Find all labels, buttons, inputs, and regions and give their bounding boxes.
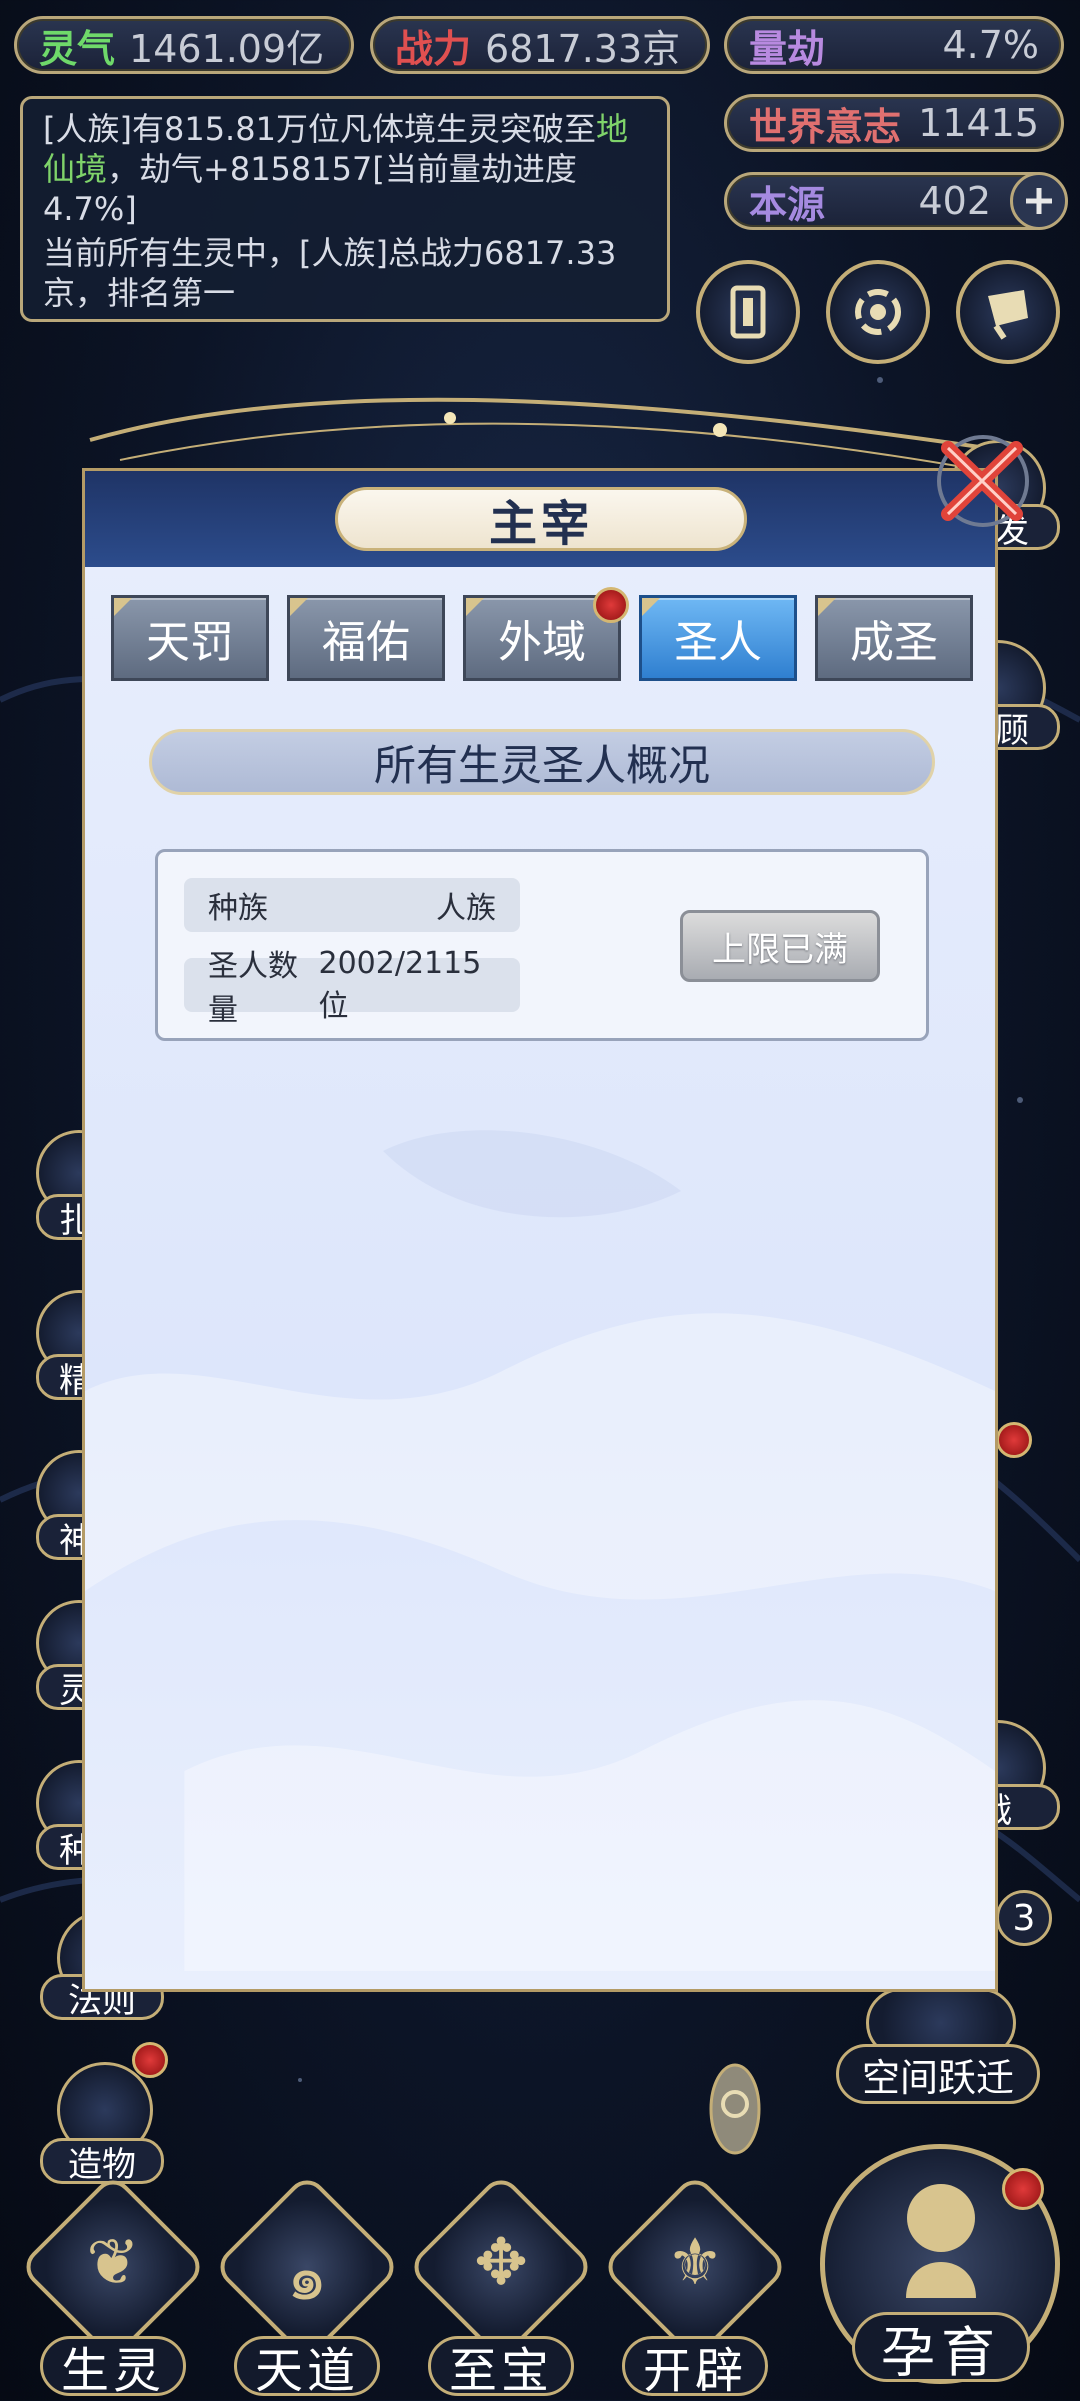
nav-kaipi[interactable]: ⚜ 开辟 (600, 2172, 790, 2400)
nav-tiandao[interactable]: ๑ 天道 (212, 2172, 402, 2400)
lingqi-label: 灵气 (39, 26, 116, 71)
flag-icon (988, 290, 1028, 340)
sage-count-value: 2002/2115位 (318, 945, 482, 1024)
liangjie-value: 4.7% (942, 23, 1039, 67)
dialog-title: 主宰 (335, 487, 747, 552)
tab-shengren[interactable]: 圣人 (639, 595, 797, 681)
tab-fuyou[interactable]: 福佑 (287, 595, 445, 681)
space-jump-button[interactable]: 空间跃迁 (836, 1988, 1040, 2108)
tab-chengsheng[interactable]: 成圣 (815, 595, 973, 681)
zaowu-button[interactable]: 造物 (40, 2062, 164, 2185)
section-title: 所有生灵圣人概况 (149, 729, 935, 795)
zhanli-value: 6817.33京 (485, 26, 681, 71)
vortex-icon (855, 289, 901, 335)
benyuan-add-button[interactable] (1010, 172, 1068, 230)
treasure-icon: ✥ (474, 2226, 528, 2300)
race-sage-card: 种族 人族 圣人数量 2002/2115位 上限已满 (155, 849, 929, 1041)
nav-tiandao-label: 天道 (234, 2336, 380, 2399)
event-message-line2: 当前所有生灵中，[人族]总战力6817.33京，排名第一 (43, 234, 617, 312)
benyuan-label: 本源 (749, 182, 826, 227)
tab-chengsheng-label: 成圣 (850, 617, 938, 668)
resource-lingqi: 灵气 1461.09亿 (14, 16, 354, 74)
nav-yunyu-label: 孕育 (852, 2312, 1030, 2384)
event-message-panel: [人族]有815.81万位凡体境生灵突破至地仙境，劫气+8158157[当前量劫… (20, 96, 670, 322)
nav-zhibao-label: 至宝 (428, 2336, 574, 2399)
race-field: 种族 人族 (184, 878, 520, 932)
notice-dot (1002, 2168, 1044, 2210)
msg-line1-suffix: ，劫气+8158157[当前量劫进度4.7%] (43, 150, 577, 228)
nav-zhibao[interactable]: ✥ 至宝 (406, 2172, 596, 2400)
close-button[interactable] (928, 426, 1038, 536)
nav-kaipi-label: 开辟 (622, 2336, 768, 2399)
phoenix-icon: ❦ (86, 2226, 140, 2300)
close-icon (937, 435, 1029, 527)
benyuan-value: 402 (918, 179, 991, 223)
figure-icon (906, 2184, 976, 2298)
msg-line1-prefix: [人族]有815.81万位凡体境生灵突破至 (43, 110, 596, 148)
sage-count-label: 圣人数量 (208, 949, 298, 1028)
count-badge: 3 (996, 1890, 1052, 1946)
resource-shijie-yizhi: 世界意志 11415 (724, 94, 1064, 152)
axe-icon: ⚜ (666, 2226, 724, 2300)
limit-full-button[interactable]: 上限已满 (680, 910, 880, 982)
zhanli-label: 战力 (395, 26, 472, 71)
resource-zhanli: 战力 6817.33京 (370, 16, 710, 74)
race-label: 种族 (208, 891, 268, 926)
notice-dot (996, 1422, 1032, 1458)
mist-decoration (85, 1130, 995, 1971)
tab-fuyou-label: 福佑 (322, 617, 410, 668)
plus-icon (1026, 188, 1052, 214)
shijie-value: 11415 (918, 101, 1039, 145)
vortex-button[interactable] (826, 260, 930, 364)
swirl-icon: ๑ (286, 2241, 328, 2315)
tab-waiyu-label: 外域 (498, 617, 586, 668)
notice-dot (132, 2042, 168, 2078)
zhuzai-dialog: 主宰 天罚 福佑 外域 圣人 成圣 所有生灵圣人概况 种族 人族 圣人数量 20… (82, 468, 998, 1992)
tab-tianfa-label: 天罚 (146, 617, 234, 668)
liangjie-label: 量劫 (749, 26, 826, 71)
nav-shengling[interactable]: ❦ 生灵 (18, 2172, 208, 2400)
nav-shengling-label: 生灵 (40, 2336, 186, 2399)
race-value: 人族 (436, 891, 496, 926)
space-jump-label: 空间跃迁 (836, 2044, 1040, 2104)
resource-liangjie: 量劫 4.7% (724, 16, 1064, 74)
shijie-label: 世界意志 (749, 104, 902, 149)
scroll-icon (730, 285, 766, 339)
spirit-figure-icon[interactable] (690, 2054, 780, 2164)
flag-button[interactable] (956, 260, 1060, 364)
lingqi-value: 1461.09亿 (129, 26, 325, 71)
event-message-line1: [人族]有815.81万位凡体境生灵突破至地仙境，劫气+8158157[当前量劫… (43, 109, 647, 229)
zaowu-label: 造物 (40, 2138, 164, 2185)
tab-shengren-label: 圣人 (674, 617, 762, 668)
notice-dot (593, 587, 629, 623)
sage-count-field: 圣人数量 2002/2115位 (184, 946, 520, 1028)
tab-tianfa[interactable]: 天罚 (111, 595, 269, 681)
scroll-button[interactable] (696, 260, 800, 364)
nav-yunyu[interactable]: 孕育 (812, 2136, 1070, 2394)
